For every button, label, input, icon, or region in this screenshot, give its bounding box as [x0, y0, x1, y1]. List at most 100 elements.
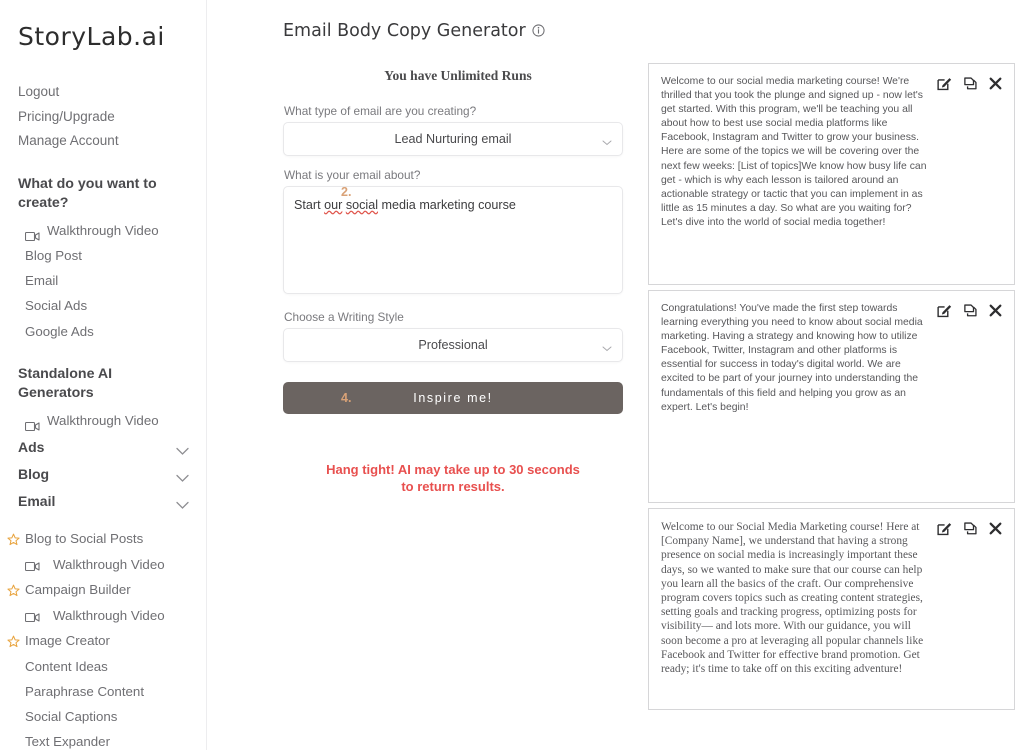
step-number-2: 2. — [341, 184, 352, 199]
star-icon — [7, 584, 20, 597]
result-card-actions — [937, 521, 1002, 536]
sidebar-item-email[interactable]: Email — [18, 268, 206, 293]
email-type-select[interactable]: Lead Nurturing email — [283, 121, 623, 156]
sidebar-item-label: Walkthrough Video — [53, 607, 165, 623]
field-label-email-type: What type of email are you creating? — [284, 103, 477, 118]
sidebar-item-label: Image Creator — [25, 633, 110, 648]
result-card-actions — [937, 76, 1002, 91]
wait-notice-line-1: Hang tight! AI may take up to 30 seconds — [326, 461, 580, 477]
wait-notice: Hang tight! AI may take up to 30 seconds… — [283, 461, 623, 496]
result-text: Welcome to our Social Media Marketing co… — [661, 521, 924, 676]
wait-notice-line-2: to return results. — [401, 479, 505, 495]
field-email-type: 1. What type of email are you creating? … — [283, 104, 637, 156]
brand-logo[interactable]: StoryLab.ai — [0, 0, 206, 51]
sidebar-group-blog[interactable]: Blog — [18, 462, 206, 487]
sidebar-divider-space — [18, 514, 206, 526]
writing-style-selected-value: Professional — [418, 337, 488, 352]
star-icon — [7, 635, 20, 648]
sidebar-heading-standalone: Standalone AI Generators — [18, 365, 113, 402]
sidebar-group-email[interactable]: Email — [18, 489, 206, 514]
sidebar-item-social-captions[interactable]: Social Captions — [18, 704, 206, 729]
sidebar-heading-create: What do you want to create? — [18, 175, 157, 212]
sidebar-item-label: Walkthrough Video — [53, 556, 165, 572]
sidebar: StoryLab.ai Logout Pricing/Upgrade Manag… — [0, 0, 207, 750]
writing-style-select[interactable]: Professional — [283, 327, 623, 362]
page-title: Email Body Copy Generator — [283, 21, 637, 41]
result-text: Congratulations! You've made the first s… — [661, 303, 923, 413]
video-icon — [24, 225, 40, 241]
sidebar-item-content-ideas[interactable]: Content Ideas — [18, 654, 206, 679]
sidebar-item-label: Social Ads — [25, 298, 88, 314]
copy-icon[interactable] — [963, 521, 978, 536]
copy-icon[interactable] — [963, 76, 978, 91]
generator-form: Email Body Copy Generator You have Unlim… — [207, 0, 637, 750]
email-type-selected-value: Lead Nurturing email — [394, 131, 512, 146]
chevron-down-icon — [174, 497, 191, 509]
close-icon[interactable] — [989, 522, 1002, 535]
inspire-me-button[interactable]: Inspire me! — [283, 381, 623, 414]
sidebar-item-label: Social Captions — [25, 708, 118, 724]
sidebar-item-image-creator[interactable]: Image Creator — [7, 628, 206, 654]
sidebar-group-label: Blog — [18, 466, 50, 482]
result-text: Welcome to our social media marketing co… — [661, 76, 927, 228]
edit-icon[interactable] — [937, 303, 952, 318]
sidebar-item-blog-to-social-posts[interactable]: Blog to Social Posts — [7, 526, 206, 552]
sidebar-item-label: Walkthrough Video — [47, 412, 159, 428]
star-icon — [7, 533, 20, 546]
step-number-4: 4. — [341, 390, 352, 405]
results-panel: Welcome to our social media marketing co… — [637, 0, 1024, 750]
sidebar-item-standalone-walkthrough-video[interactable]: Walkthrough Video — [18, 408, 206, 433]
sidebar-item-label: Google Ads — [25, 323, 94, 339]
chevron-down-icon — [174, 443, 191, 455]
sidebar-item-label: Blog Post — [25, 247, 82, 263]
sidebar-item-label: Blog to Social Posts — [25, 531, 144, 546]
field-email-about: 2. What is your email about? Start our s… — [283, 168, 637, 294]
chevron-down-icon — [602, 135, 612, 145]
field-submit: 4. Inspire me! — [283, 381, 637, 414]
sidebar-item-walkthrough-video[interactable]: Walkthrough Video — [18, 218, 206, 243]
sidebar-item-text-expander[interactable]: Text Expander — [18, 729, 206, 750]
page-title-text: Email Body Copy Generator — [283, 20, 526, 41]
sidebar-item-logout[interactable]: Logout — [18, 80, 206, 105]
runs-notice: You have Unlimited Runs — [384, 67, 532, 83]
close-icon[interactable] — [989, 304, 1002, 317]
app-root: StoryLab.ai Logout Pricing/Upgrade Manag… — [0, 0, 1024, 750]
sidebar-nav: Logout Pricing/Upgrade Manage Account Wh… — [0, 80, 206, 750]
sidebar-item-label: Campaign Builder — [25, 582, 131, 597]
sidebar-item-pricing-upgrade[interactable]: Pricing/Upgrade — [18, 105, 206, 130]
chevron-down-icon — [174, 470, 191, 482]
result-card-actions — [937, 303, 1002, 318]
sidebar-item-social-ads[interactable]: Social Ads — [18, 293, 206, 318]
video-icon — [24, 415, 40, 431]
info-circle-icon[interactable] — [532, 22, 545, 37]
sidebar-group-label: Email — [18, 493, 56, 509]
result-card: Congratulations! You've made the first s… — [648, 290, 1015, 503]
sidebar-item-label: Text Expander — [25, 734, 111, 750]
copy-icon[interactable] — [963, 303, 978, 318]
sidebar-item-label: Paraphrase Content — [25, 683, 145, 699]
field-writing-style: 3. Choose a Writing Style Professional — [283, 310, 637, 362]
video-icon — [24, 610, 40, 622]
result-card: Welcome to our Social Media Marketing co… — [648, 508, 1015, 710]
sidebar-item-manage-account[interactable]: Manage Account — [18, 129, 206, 154]
edit-icon[interactable] — [937, 76, 952, 91]
result-card: Welcome to our social media marketing co… — [648, 63, 1015, 285]
close-icon[interactable] — [989, 77, 1002, 90]
sidebar-item-paraphrase-content[interactable]: Paraphrase Content — [18, 679, 206, 704]
sidebar-item-campaign-builder[interactable]: Campaign Builder — [7, 577, 206, 603]
sidebar-item-blog-post[interactable]: Blog Post — [18, 243, 206, 268]
sidebar-item-campaign-walkthrough-video[interactable]: Walkthrough Video — [7, 603, 206, 629]
sidebar-group-label: Ads — [18, 439, 45, 455]
field-label-writing-style: Choose a Writing Style — [284, 309, 404, 324]
sidebar-item-label: Walkthrough Video — [47, 222, 159, 238]
field-label-email-about: What is your email about? — [284, 167, 421, 182]
email-about-textarea[interactable]: Start our social media marketing course — [283, 185, 623, 294]
sidebar-item-blog-social-walkthrough-video[interactable]: Walkthrough Video — [7, 552, 206, 578]
email-about-value: Start our social media marketing course — [294, 197, 516, 212]
sidebar-item-label: Email — [25, 273, 59, 289]
sidebar-item-label: Content Ideas — [25, 658, 108, 674]
sidebar-group-ads[interactable]: Ads — [18, 435, 206, 460]
edit-icon[interactable] — [937, 521, 952, 536]
chevron-down-icon — [602, 341, 612, 351]
sidebar-item-google-ads[interactable]: Google Ads — [18, 319, 206, 344]
